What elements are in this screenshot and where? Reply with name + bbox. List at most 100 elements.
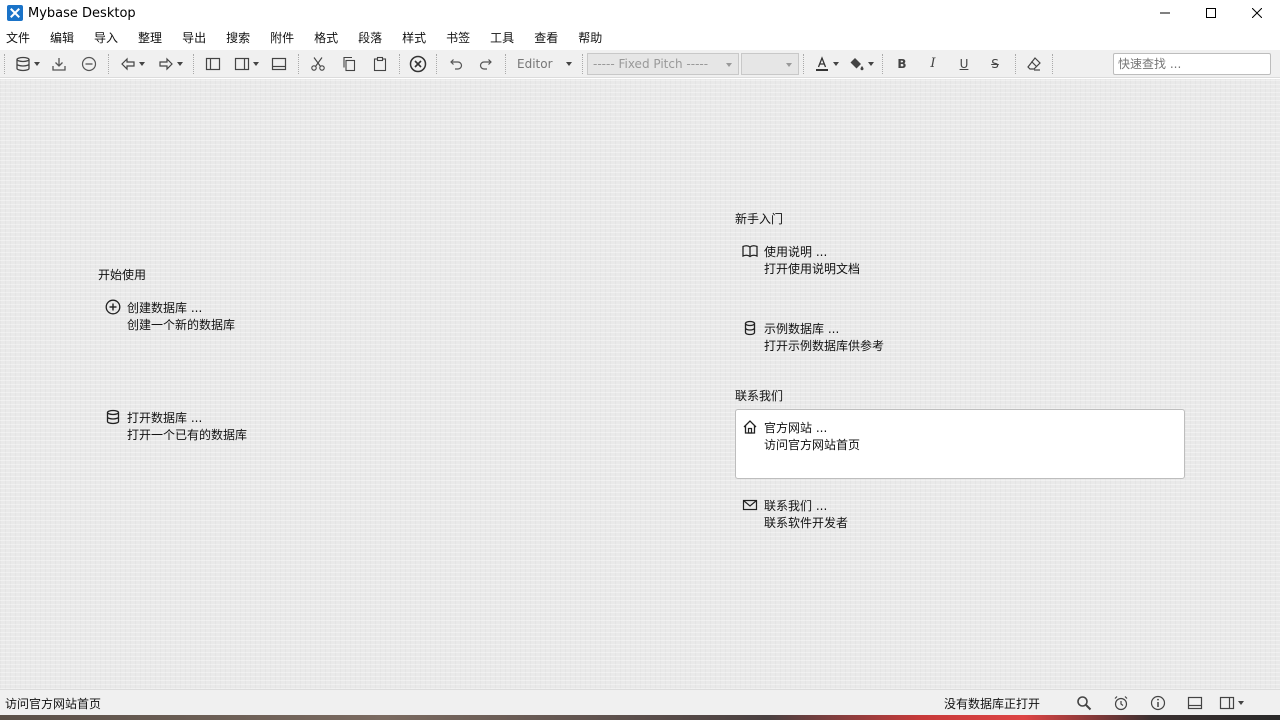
toggle-right-panel-button[interactable]: [228, 52, 264, 76]
copy-icon: [341, 56, 357, 72]
redo-icon: [478, 56, 494, 72]
user-manual-link[interactable]: 使用说明 ... 打开使用说明文档: [736, 234, 1186, 304]
redo-button[interactable]: [471, 52, 501, 76]
create-database-desc: 创建一个新的数据库: [127, 316, 235, 333]
menu-file[interactable]: 文件: [0, 26, 36, 50]
bold-icon: B: [897, 57, 906, 71]
menu-organize[interactable]: 整理: [132, 26, 168, 50]
status-search-button[interactable]: [1065, 693, 1102, 713]
taskbar-strip: [0, 715, 1280, 720]
font-size-select[interactable]: [741, 53, 799, 75]
minimize-button[interactable]: [1142, 0, 1188, 26]
menu-bookmarks[interactable]: 书签: [440, 26, 476, 50]
editor-mode-select[interactable]: Editor: [512, 53, 578, 75]
toolbar-separator: [108, 54, 109, 74]
database-icon: [15, 56, 31, 72]
close-button[interactable]: [1234, 0, 1280, 26]
paste-button[interactable]: [365, 52, 395, 76]
menu-style[interactable]: 样式: [396, 26, 432, 50]
sample-database-desc: 打开示例数据库供参考: [764, 337, 884, 354]
toolbar-separator: [193, 54, 194, 74]
status-bottom-panel-button[interactable]: [1176, 693, 1213, 713]
underline-button[interactable]: U: [949, 52, 979, 76]
toolbar-separator: [436, 54, 437, 74]
italic-icon: I: [930, 56, 935, 71]
forward-button[interactable]: [151, 52, 189, 76]
strikethrough-icon: S: [991, 57, 999, 71]
contact-us-link[interactable]: 联系我们 ... 联系软件开发者: [736, 488, 1186, 558]
font-family-value: ----- Fixed Pitch -----: [593, 57, 708, 71]
menu-export[interactable]: 导出: [176, 26, 212, 50]
menu-help[interactable]: 帮助: [572, 26, 608, 50]
clear-format-button[interactable]: [1020, 52, 1048, 76]
toolbar-separator: [803, 54, 804, 74]
add-circle-icon: [105, 299, 121, 315]
create-database-link[interactable]: 创建数据库 ... 创建一个新的数据库: [99, 290, 549, 360]
sample-database-title: 示例数据库 ...: [764, 320, 839, 337]
download-icon: [51, 56, 67, 72]
editor-mode-value: Editor: [517, 57, 553, 71]
welcome-page: 开始使用 创建数据库 ... 创建一个新的数据库 打开数据库 ... 打开一个已…: [0, 79, 1280, 689]
right-panel-icon: [234, 56, 250, 72]
menu-attachments[interactable]: 附件: [264, 26, 300, 50]
back-button[interactable]: [113, 52, 151, 76]
info-icon: [1150, 695, 1166, 711]
toolbar-separator: [505, 54, 506, 74]
cut-button[interactable]: [303, 52, 333, 76]
status-alarm-button[interactable]: [1102, 693, 1139, 713]
text-color-button[interactable]: [808, 52, 844, 76]
save-button[interactable]: [44, 52, 74, 76]
close-database-button[interactable]: [74, 52, 104, 76]
menu-view[interactable]: 查看: [528, 26, 564, 50]
user-manual-title: 使用说明 ...: [764, 243, 827, 260]
title-bar: Mybase Desktop: [0, 0, 1280, 26]
official-website-title: 官方网站 ...: [764, 419, 827, 436]
italic-button[interactable]: I: [917, 52, 949, 76]
menu-tools[interactable]: 工具: [484, 26, 520, 50]
database-menu-button[interactable]: [10, 52, 44, 76]
menu-bar: 文件 编辑 导入 整理 导出 搜索 附件 格式 段落 样式 书签 工具 查看 帮…: [0, 26, 1280, 50]
highlight-color-button[interactable]: [844, 52, 878, 76]
sample-database-link[interactable]: 示例数据库 ... 打开示例数据库供参考: [736, 311, 1186, 381]
toggle-left-panel-button[interactable]: [198, 52, 228, 76]
mail-icon: [742, 497, 758, 513]
menu-import[interactable]: 导入: [88, 26, 124, 50]
toolbar-separator: [882, 54, 883, 74]
start-heading: 开始使用: [98, 266, 146, 283]
book-icon: [742, 243, 758, 259]
arrow-right-icon: [158, 56, 174, 72]
status-info-button[interactable]: [1139, 693, 1176, 713]
window-title: Mybase Desktop: [28, 6, 136, 21]
menu-search[interactable]: 搜索: [220, 26, 256, 50]
official-website-link[interactable]: 官方网站 ... 访问官方网站首页: [735, 409, 1185, 479]
left-panel-icon: [205, 56, 221, 72]
menu-paragraph[interactable]: 段落: [352, 26, 388, 50]
close-icon: [1252, 8, 1262, 18]
toolbar-separator: [298, 54, 299, 74]
status-right-panel-button[interactable]: [1213, 693, 1250, 713]
quick-search-input[interactable]: [1113, 53, 1271, 75]
app-logo-icon: [7, 5, 23, 21]
strikethrough-button[interactable]: S: [979, 52, 1011, 76]
undo-icon: [448, 56, 464, 72]
toggle-bottom-panel-button[interactable]: [264, 52, 294, 76]
menu-format[interactable]: 格式: [308, 26, 344, 50]
maximize-button[interactable]: [1188, 0, 1234, 26]
right-panel-icon: [1219, 695, 1235, 711]
underline-icon: U: [960, 57, 969, 71]
open-database-link[interactable]: 打开数据库 ... 打开一个已有的数据库: [99, 400, 549, 470]
user-manual-desc: 打开使用说明文档: [764, 260, 860, 277]
font-family-select[interactable]: ----- Fixed Pitch -----: [587, 53, 739, 75]
database-icon: [105, 409, 121, 425]
toolbar-separator: [399, 54, 400, 74]
status-message: 访问官方网站首页: [5, 695, 101, 712]
copy-button[interactable]: [333, 52, 365, 76]
delete-button[interactable]: [404, 52, 432, 76]
undo-button[interactable]: [441, 52, 471, 76]
bold-button[interactable]: B: [887, 52, 917, 76]
menu-edit[interactable]: 编辑: [44, 26, 80, 50]
paint-bucket-icon: [849, 56, 865, 72]
search-icon: [1076, 695, 1092, 711]
database-status: 没有数据库正打开: [944, 695, 1040, 712]
toolbar: Editor ----- Fixed Pitch ----- B I U S: [0, 50, 1280, 78]
